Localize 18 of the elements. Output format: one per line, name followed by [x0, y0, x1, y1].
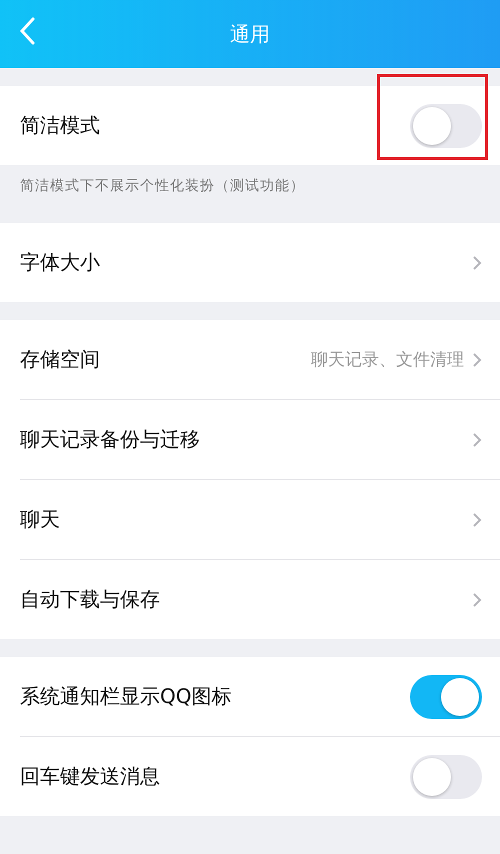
settings-row[interactable]: 聊天 [20, 480, 500, 560]
toggle-switch[interactable] [410, 674, 482, 718]
hint-text: 简洁模式下不展示个性化装扮（测试功能） [19, 177, 306, 196]
chevron-icon [472, 592, 482, 608]
toggle-switch[interactable] [410, 104, 482, 148]
setting-label: 简洁模式 [20, 112, 101, 139]
back-icon [19, 16, 35, 44]
page-title: 通用 [230, 20, 270, 48]
settings-row[interactable]: 自动下载与保存 [20, 560, 500, 639]
chevron-icon [472, 432, 482, 448]
setting-label: 系统通知栏显示QQ图标 [20, 683, 232, 710]
chevron-icon [472, 254, 482, 270]
settings-row[interactable]: 聊天记录备份与迁移 [20, 400, 500, 480]
settings-row[interactable]: 存储空间 聊天记录、文件清理 [20, 320, 500, 400]
setting-label: 回车键发送消息 [20, 763, 161, 790]
chevron-icon [472, 352, 482, 368]
toggle-switch[interactable] [410, 754, 482, 798]
chevron-icon [472, 512, 482, 528]
